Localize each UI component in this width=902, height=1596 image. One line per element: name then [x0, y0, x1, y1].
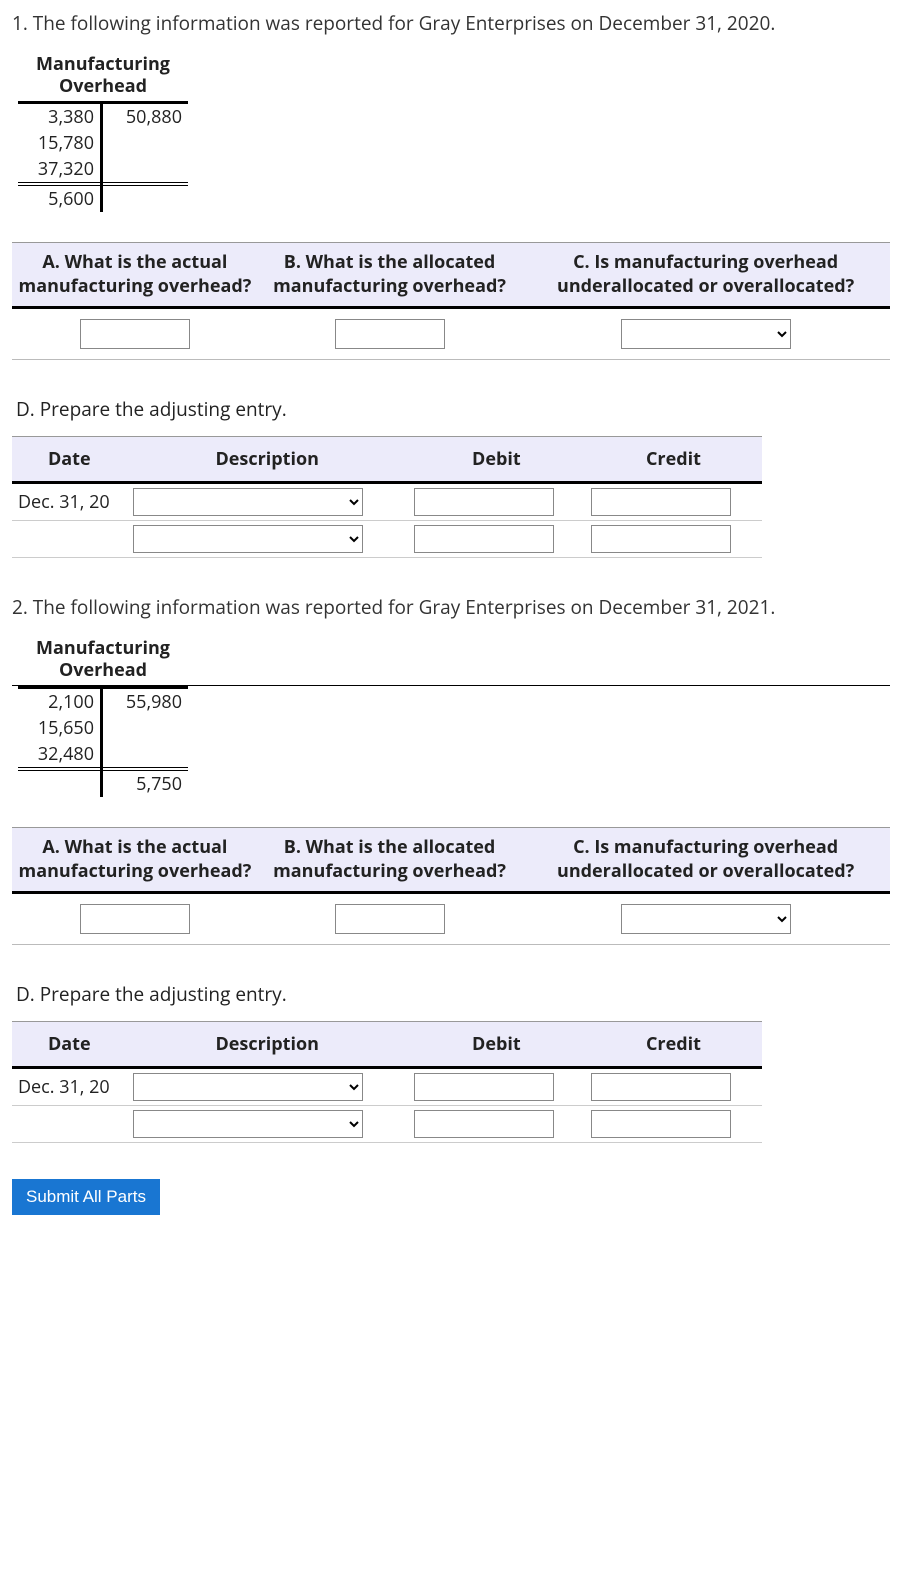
q1-d-label: D. Prepare the adjusting entry.	[16, 396, 890, 422]
t-debit-row: 2,100	[18, 689, 100, 715]
q1-journal-date-2	[12, 520, 127, 557]
col-a-header: A. What is the actual manufacturing over…	[12, 243, 258, 308]
t-debit-row: 37,320	[18, 156, 100, 182]
t-credit-row	[103, 715, 188, 741]
q1-actual-input[interactable]	[80, 319, 190, 349]
q2-d-label: D. Prepare the adjusting entry.	[16, 981, 890, 1007]
jh-debit: Debit	[408, 1021, 585, 1067]
q1-desc-select-1[interactable]	[133, 488, 363, 516]
t-credit-total	[103, 182, 188, 206]
q1-credit-input-1[interactable]	[591, 488, 731, 516]
jh-date: Date	[12, 1021, 127, 1067]
q2-t-account: Manufacturing Overhead	[18, 638, 890, 681]
q2-alloc-status-select[interactable]	[621, 904, 791, 934]
col-b-header: B. What is the allocated manufacturing o…	[258, 243, 521, 308]
t-account-title: Manufacturing Overhead	[18, 54, 188, 97]
t-credit-total: 5,750	[103, 767, 188, 797]
q1-journal-table: Date Description Debit Credit Dec. 31, 2…	[12, 436, 762, 558]
col-b-header: B. What is the allocated manufacturing o…	[258, 828, 521, 893]
t-credit-row: 55,980	[103, 689, 188, 715]
q1-intro: 1. The following information was reporte…	[12, 10, 890, 36]
q1-allocated-input[interactable]	[335, 319, 445, 349]
q2-debit-input-1[interactable]	[414, 1073, 554, 1101]
jh-credit: Credit	[585, 1021, 762, 1067]
t-credit-row	[103, 741, 188, 767]
q2-t-account-body: 2,100 15,650 32,480 55,980 5,750	[18, 686, 890, 797]
q2-credit-input-2[interactable]	[591, 1110, 731, 1138]
q1-alloc-status-select[interactable]	[621, 319, 791, 349]
t-debit-total	[18, 767, 100, 791]
q2-debit-input-2[interactable]	[414, 1110, 554, 1138]
col-c-header: C. Is manufacturing overhead underalloca…	[521, 243, 890, 308]
q2-credit-input-1[interactable]	[591, 1073, 731, 1101]
jh-desc: Description	[127, 436, 408, 482]
q1-abc-table: A. What is the actual manufacturing over…	[12, 242, 890, 360]
t-debit-total: 5,600	[18, 182, 100, 212]
t-debit-row: 15,650	[18, 715, 100, 741]
q2-desc-select-2[interactable]	[133, 1110, 363, 1138]
q1-t-account: Manufacturing Overhead 3,380 15,780 37,3…	[18, 54, 890, 212]
q2-intro: 2. The following information was reporte…	[12, 594, 890, 620]
q2-journal-date: Dec. 31, 20	[12, 1067, 127, 1105]
t-debit-row: 32,480	[18, 741, 100, 767]
jh-desc: Description	[127, 1021, 408, 1067]
t-debit-row: 15,780	[18, 130, 100, 156]
q2-journal-table: Date Description Debit Credit Dec. 31, 2…	[12, 1021, 762, 1143]
t-account-title: Manufacturing Overhead	[18, 638, 188, 681]
t-credit-row: 50,880	[103, 104, 188, 130]
t-credit-row	[103, 156, 188, 182]
jh-credit: Credit	[585, 436, 762, 482]
q1-journal-date: Dec. 31, 20	[12, 482, 127, 520]
q2-abc-table: A. What is the actual manufacturing over…	[12, 827, 890, 945]
q2-actual-input[interactable]	[80, 904, 190, 934]
jh-date: Date	[12, 436, 127, 482]
q2-allocated-input[interactable]	[335, 904, 445, 934]
col-a-header: A. What is the actual manufacturing over…	[12, 828, 258, 893]
jh-debit: Debit	[408, 436, 585, 482]
t-credit-row	[103, 130, 188, 156]
submit-all-button[interactable]: Submit All Parts	[12, 1179, 160, 1215]
q1-desc-select-2[interactable]	[133, 525, 363, 553]
q1-credit-input-2[interactable]	[591, 525, 731, 553]
t-debit-row: 3,380	[18, 104, 100, 130]
q1-debit-input-1[interactable]	[414, 488, 554, 516]
q1-debit-input-2[interactable]	[414, 525, 554, 553]
q2-desc-select-1[interactable]	[133, 1073, 363, 1101]
col-c-header: C. Is manufacturing overhead underalloca…	[521, 828, 890, 893]
q2-journal-date-2	[12, 1105, 127, 1142]
